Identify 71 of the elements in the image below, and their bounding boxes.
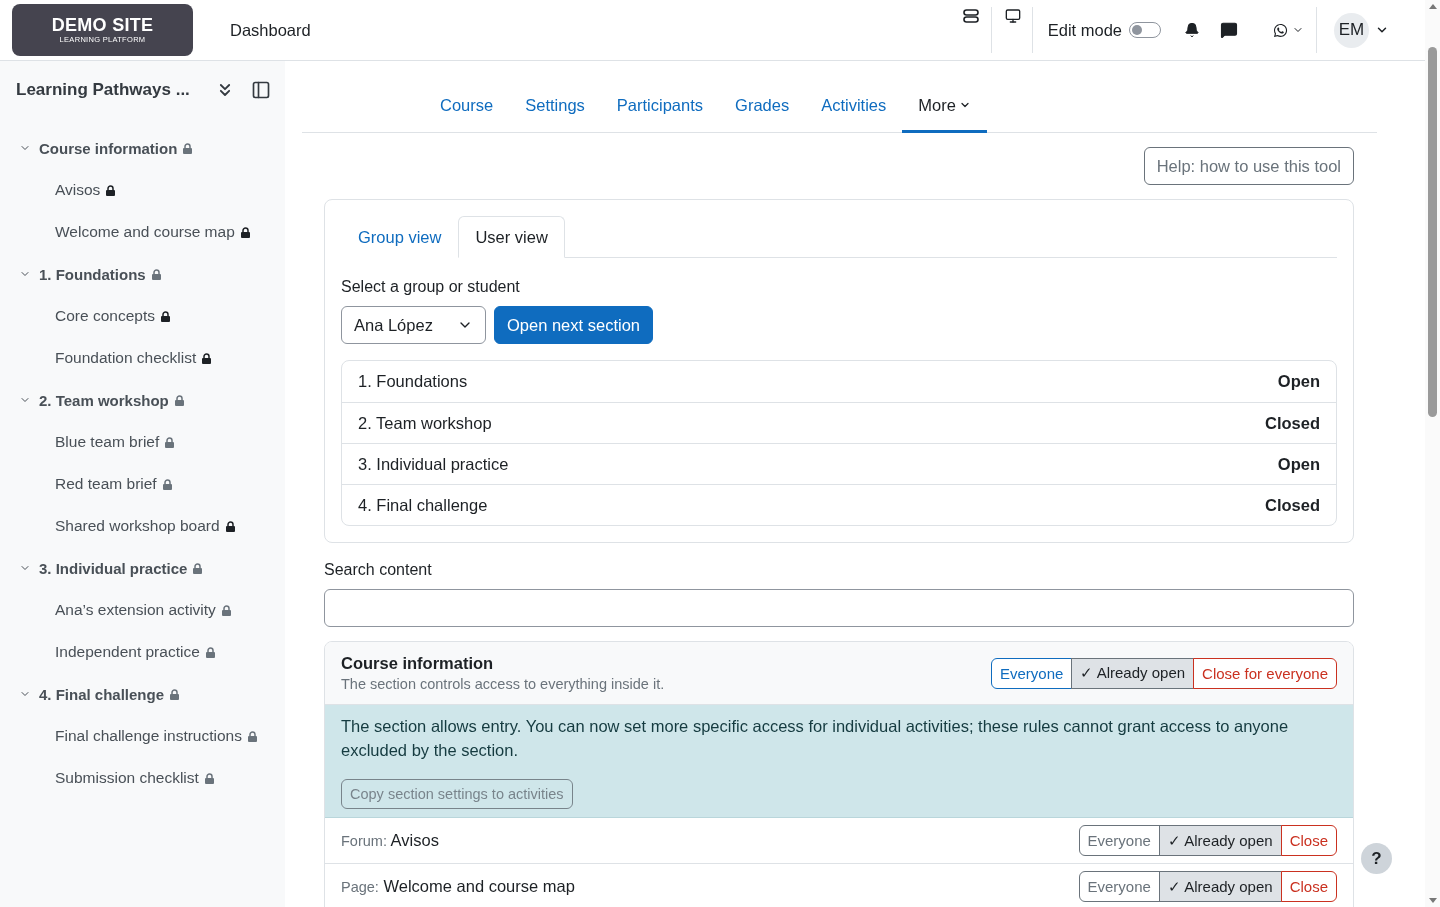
student-select[interactable]: Ana López: [341, 306, 486, 344]
course-nav-tab[interactable]: Course: [424, 77, 510, 133]
section-subtitle: The section controls access to everything inside it.: [341, 675, 665, 694]
activity-name: Forum: Avisos: [341, 831, 439, 850]
access-option-button[interactable]: Everyone: [1078, 871, 1160, 902]
sidebar-section-link[interactable]: Course information: [0, 127, 193, 169]
whatsapp-icon: [1273, 22, 1288, 38]
course-title: Learning Pathways ...: [16, 80, 191, 100]
section-status: Open: [1277, 454, 1320, 474]
access-option-button[interactable]: ✓ Already open: [1071, 657, 1195, 689]
sidebar-activity-link[interactable]: Shared workshop board: [0, 505, 235, 547]
section-name: 1. Foundations: [358, 372, 468, 391]
sidebar-activity-link[interactable]: Final challenge instructions: [0, 715, 257, 757]
course-nav-tab[interactable]: Grades: [719, 77, 806, 133]
sidebar-activity-link[interactable]: Independent practice: [0, 631, 215, 673]
section-status: Open: [1277, 372, 1320, 391]
sidebar-activity-link[interactable]: Core concepts: [0, 295, 170, 337]
access-option-button[interactable]: Close for everyone: [1193, 657, 1337, 689]
search-field[interactable]: [324, 589, 1354, 627]
course-nav-tab[interactable]: More: [902, 77, 987, 133]
course-nav-tab[interactable]: Activities: [805, 77, 903, 133]
sidebar-activity-link[interactable]: Welcome and course map: [0, 211, 250, 253]
section-name: 2. Team workshop: [358, 413, 492, 433]
section-status: Closed: [1265, 413, 1320, 433]
field-label: Select a group or student: [341, 277, 521, 297]
section-name: 3. Individual practice: [358, 454, 509, 474]
sidebar-activity-link[interactable]: Avisos: [0, 169, 116, 211]
help-fab-button[interactable]: ?: [1361, 843, 1392, 874]
stacked-rows-icon: [962, 9, 979, 23]
logo-title: DEMO SITE: [51, 15, 154, 35]
sidebar-section-link[interactable]: 3. Individual practice: [0, 547, 203, 589]
bell-icon: [1184, 22, 1200, 38]
chat-menu-button[interactable]: [1273, 22, 1304, 38]
panel-left-icon: [251, 80, 271, 100]
access-option-button[interactable]: Everyone: [990, 657, 1073, 689]
scroll-down-icon: [1428, 898, 1437, 903]
sidebar-section-link[interactable]: 2. Team workshop: [0, 379, 184, 421]
nav-link[interactable]: Dashboard: [230, 20, 311, 40]
access-option-button[interactable]: Everyone: [1078, 825, 1160, 856]
access-option-button[interactable]: Close: [1280, 825, 1337, 856]
access-option-button[interactable]: ✓ Already open: [1158, 871, 1282, 902]
activity-name: Page: Welcome and course map: [341, 877, 575, 896]
sidebar-activity-link[interactable]: Ana’s extension activity: [0, 589, 231, 631]
sidebar-section-link[interactable]: 1. Foundations: [0, 253, 161, 295]
access-option-button[interactable]: Close: [1280, 871, 1337, 902]
access-option-button[interactable]: ✓ Already open: [1158, 825, 1282, 856]
notice-text: The section allows entry. You can now set more specific access for individual activities; these rules cannot grant access to anyone excluded by the section.: [341, 716, 1290, 761]
sidebar-activity-link[interactable]: Blue team brief: [0, 421, 175, 463]
open-next-section-button[interactable]: Open next section: [494, 306, 653, 344]
section-status: Closed: [1265, 495, 1320, 515]
messages-button[interactable]: [1220, 21, 1238, 39]
help-button[interactable]: Help: how to use this tool: [1143, 147, 1354, 185]
chat-bubble-icon: [1220, 21, 1238, 39]
notifications-button[interactable]: [1184, 22, 1200, 38]
sidebar-activity-link[interactable]: Submission checklist: [0, 757, 214, 799]
edit-mode-label: Edit mode: [1047, 20, 1122, 40]
scroll-up-icon: [1428, 4, 1437, 9]
field-label: Search content: [324, 560, 433, 580]
section-name: 4. Final challenge: [358, 495, 488, 515]
sidebar-section-link[interactable]: 4. Final challenge: [0, 673, 180, 715]
sidebar-activity-link[interactable]: Foundation checklist: [0, 337, 212, 379]
section-title: Course information: [341, 653, 495, 674]
sidebar-activity-link[interactable]: Red team brief: [0, 463, 172, 505]
course-nav-tab[interactable]: Participants: [600, 77, 720, 133]
edit-mode-toggle[interactable]: [1129, 22, 1161, 38]
view-tab[interactable]: User view: [458, 216, 565, 258]
course-nav-tab[interactable]: Settings: [509, 77, 601, 133]
close-drawer-button[interactable]: [251, 80, 271, 100]
monitor-icon: [1004, 8, 1021, 24]
scrollbar-thumb[interactable]: [1428, 47, 1437, 417]
user-avatar[interactable]: EM: [1334, 12, 1369, 48]
